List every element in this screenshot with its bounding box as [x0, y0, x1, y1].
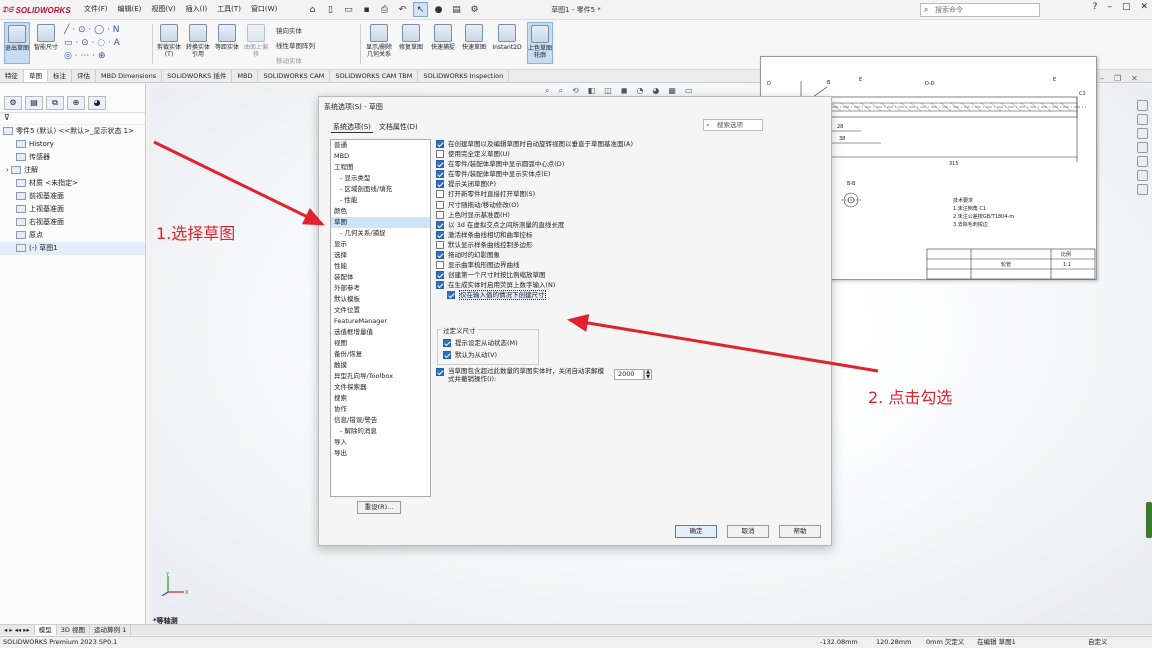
status-z: 0mm 欠定义 [926, 638, 965, 646]
status-mode: 在编辑 草图1 [977, 638, 1016, 646]
status-x: -132.08mm [820, 638, 858, 646]
tab-3d-views[interactable]: 3D 视图 [57, 625, 90, 635]
tab-motion-study[interactable]: 运动算例 1 [90, 625, 132, 635]
arrow-to-sketch-category [153, 140, 325, 226]
bottom-nav-arrows[interactable]: ◂ ▸ ◂◂ ▸▸ [0, 625, 35, 635]
annotation-step2: 2. 点击勾选 [868, 388, 953, 407]
status-app: SOLIDWORKS Premium 2023 SP0.1 [3, 638, 118, 646]
status-bar: SOLIDWORKS Premium 2023 SP0.1 -132.08mm … [0, 636, 1152, 648]
tab-model[interactable]: 模型 [34, 625, 57, 635]
status-units[interactable]: 自定义 [1088, 637, 1108, 648]
annotation-step1: 1.选择草图 [156, 224, 236, 243]
status-y: 120.28mm [876, 638, 912, 646]
annotation-arrows [153, 140, 879, 373]
bottom-tabs: ◂ ▸ ◂◂ ▸▸ 模型 3D 视图 运动算例 1 [0, 624, 1152, 635]
arrow-to-checkbox [567, 314, 879, 373]
